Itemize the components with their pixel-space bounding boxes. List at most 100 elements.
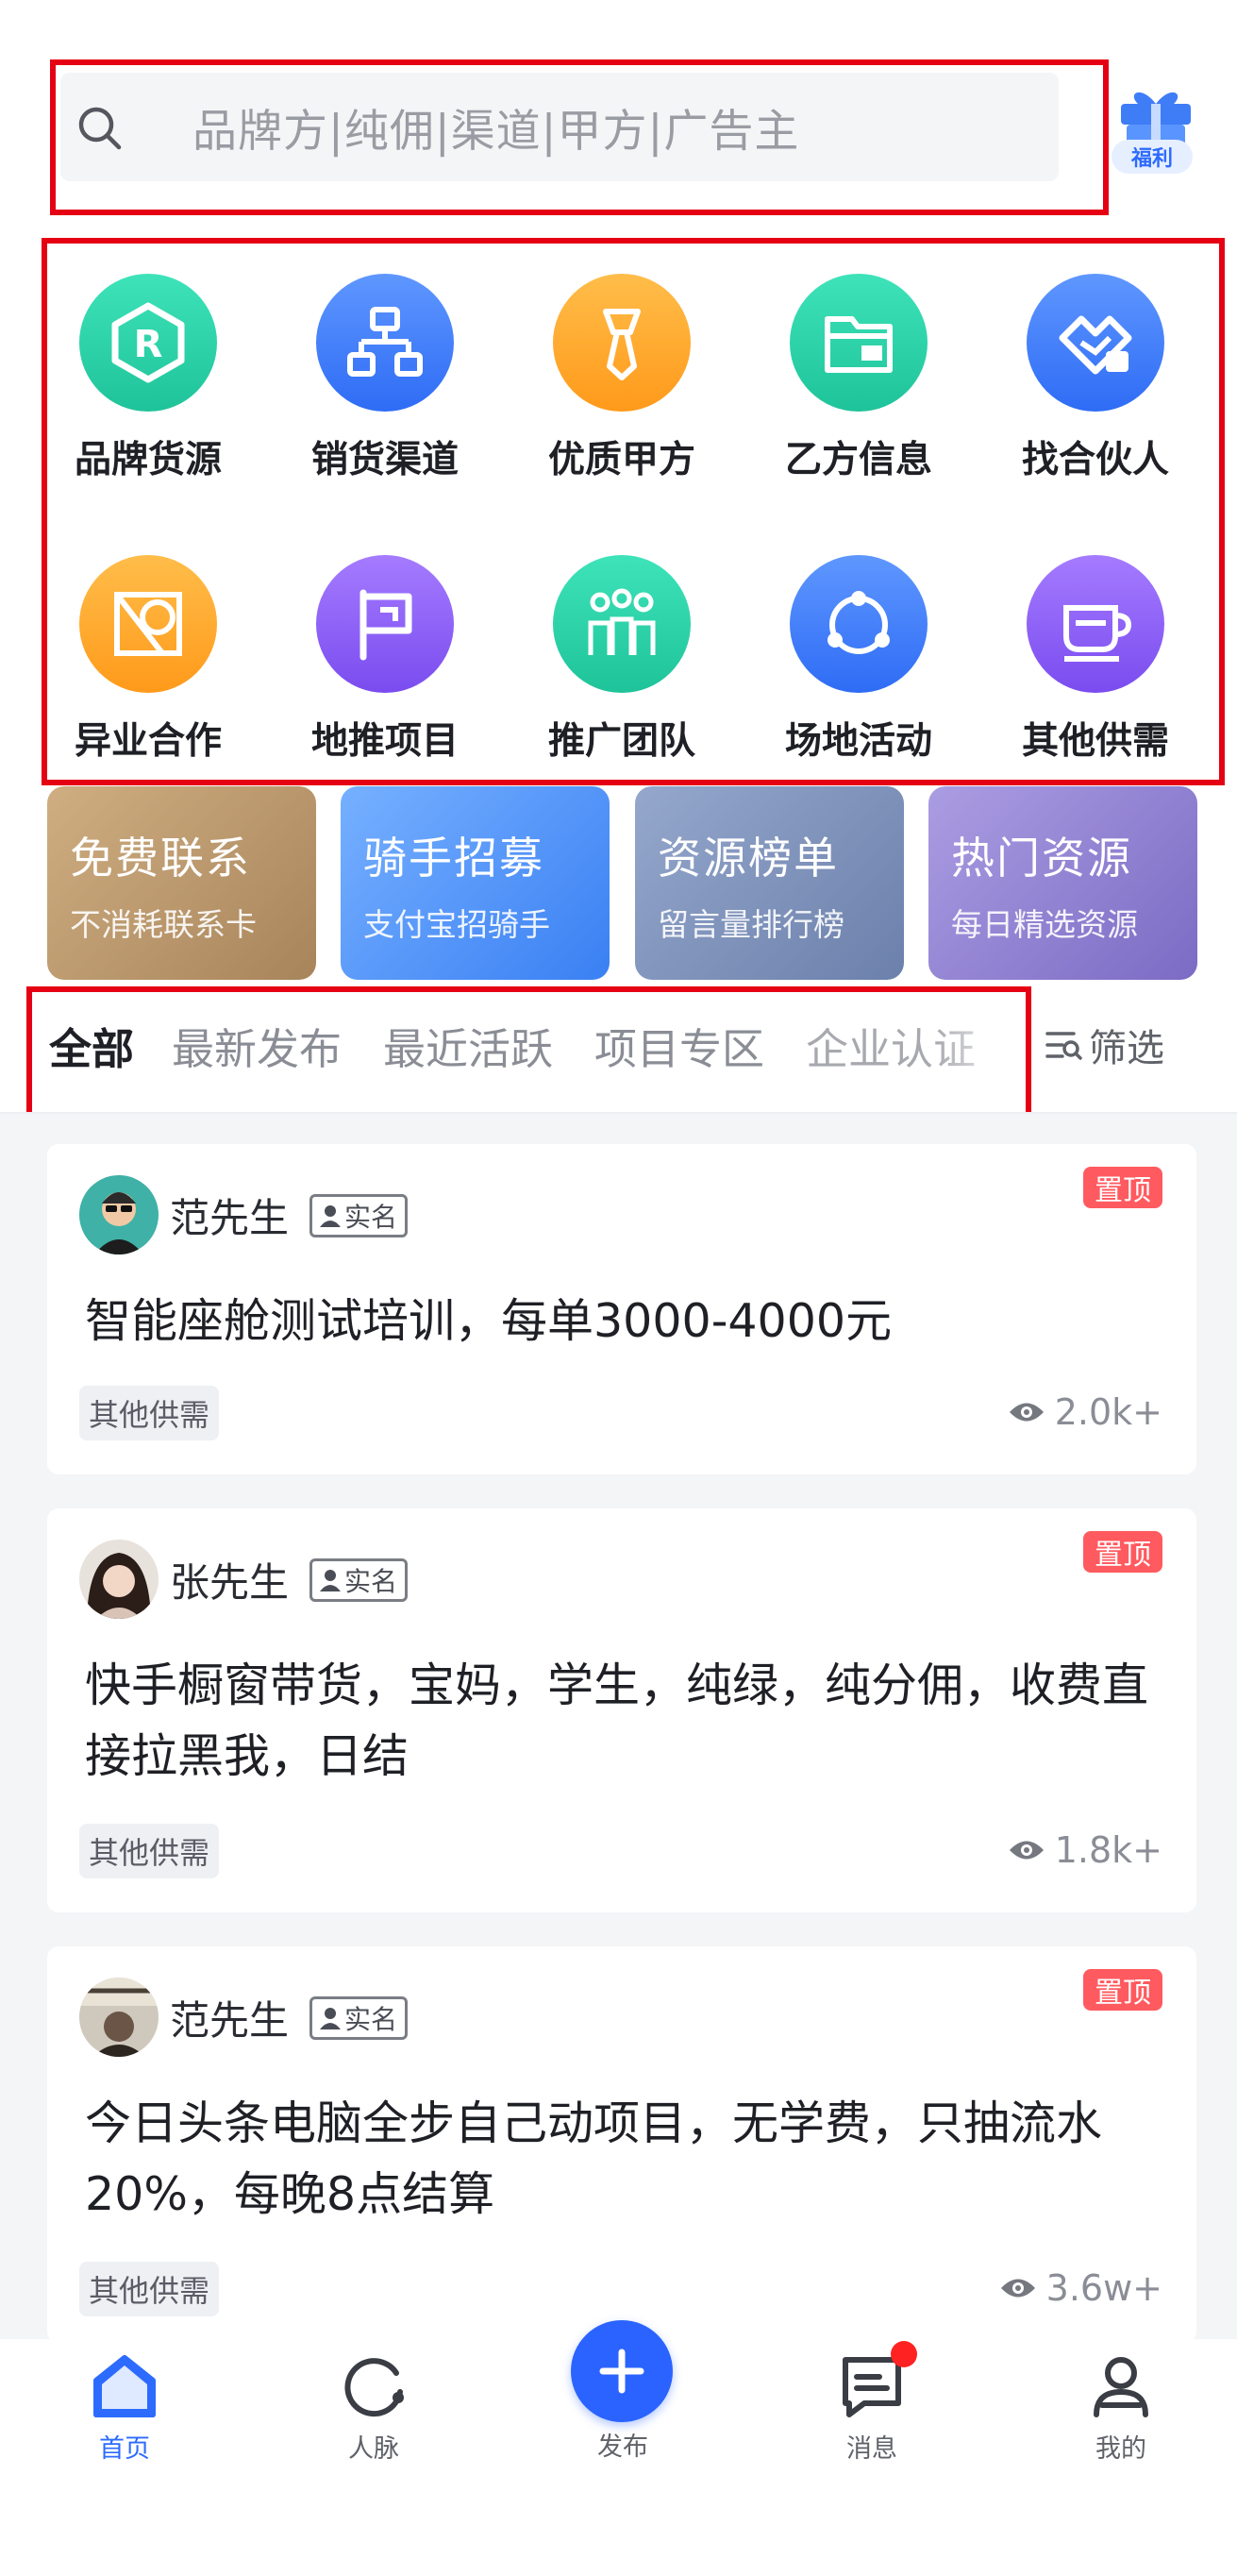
eye-icon	[1009, 1841, 1044, 1860]
app-screen: 品牌方|纯佣|渠道|甲方|广告主 福利 R 品牌货源 销货渠道 优质甲方 乙方信…	[0, 0, 1237, 2576]
promo-hot-resources[interactable]: 热门资源 每日精选资源	[928, 786, 1197, 980]
post-title: 今日头条电脑全步自己动项目，无学费，只抽流水20%，每晚8点结算	[85, 2096, 1103, 2221]
category-tag: 其他供需	[79, 1824, 220, 1878]
category-label: 推广团队	[547, 720, 695, 763]
promo-rider-recruit[interactable]: 骑手招募 支付宝招骑手	[341, 786, 610, 980]
publish-button[interactable]	[571, 2320, 673, 2422]
filter-icon	[1045, 1032, 1082, 1060]
nav-label: 我的	[1095, 2434, 1146, 2464]
search-placeholder: 品牌方|纯佣|渠道|甲方|广告主	[192, 106, 800, 158]
unread-badge	[891, 2341, 917, 2367]
nav-messages[interactable]: 消息	[796, 2350, 947, 2465]
person-icon	[320, 2008, 341, 2029]
feed-card[interactable]: 张先生 实名 置顶 快手橱窗带货，宝妈，学生，纯绿，纯分佣，收费直接拉黑我，日结…	[47, 1508, 1196, 1912]
welfare-label[interactable]: 福利	[1112, 140, 1193, 174]
shapes-icon	[79, 555, 217, 693]
network-icon	[344, 2358, 404, 2417]
author-name: 范先生	[170, 1997, 290, 2044]
promo-subtitle: 每日精选资源	[951, 906, 1138, 943]
author-name: 张先生	[170, 1559, 290, 1606]
promo-free-contact[interactable]: 免费联系 不消耗联系卡	[47, 786, 316, 980]
category-promo-team[interactable]: 推广团队	[518, 555, 726, 765]
folder-icon	[790, 274, 928, 412]
tab-all[interactable]: 全部	[49, 1015, 134, 1076]
nav-mine[interactable]: 我的	[1045, 2350, 1196, 2465]
tab-projects[interactable]: 项目专区	[594, 1015, 764, 1076]
category-label: 优质甲方	[547, 439, 695, 481]
avatar	[79, 1978, 159, 2057]
verified-badge: 实名	[309, 1996, 409, 2040]
promo-title: 免费联系	[70, 833, 251, 884]
tab-recently-active[interactable]: 最近活跃	[383, 1015, 553, 1076]
category-party-b-info[interactable]: 乙方信息	[755, 274, 962, 483]
category-cross-industry[interactable]: 异业合作	[44, 555, 252, 765]
plus-icon	[599, 2349, 644, 2394]
category-brand-supply[interactable]: R 品牌货源	[44, 274, 252, 483]
verified-label: 实名	[344, 1202, 398, 1233]
category-tag: 其他供需	[79, 2262, 220, 2316]
category-label: 找合伙人	[1021, 439, 1169, 481]
tab-latest[interactable]: 最新发布	[172, 1015, 342, 1076]
category-venue-event[interactable]: 场地活动	[755, 555, 962, 765]
verified-badge: 实名	[309, 1194, 409, 1237]
category-other-supply-demand[interactable]: 其他供需	[992, 555, 1199, 765]
avatar	[79, 1175, 159, 1254]
nav-home[interactable]: 首页	[49, 2350, 200, 2465]
promo-title: 资源榜单	[658, 833, 839, 884]
category-label: 场地活动	[784, 720, 932, 763]
author-name: 范先生	[170, 1195, 290, 1241]
view-count: 3.6w+	[999, 2267, 1162, 2309]
team-icon	[553, 555, 691, 693]
view-count: 1.8k+	[1008, 1829, 1162, 1871]
flag-icon	[316, 555, 454, 693]
venue-circle-icon	[790, 555, 928, 693]
search-icon	[78, 107, 122, 150]
feed-card[interactable]: 范先生 实名 置顶 智能座舱测试培训，每单3000-4000元 其他供需 2.0…	[47, 1144, 1196, 1474]
nav-label: 首页	[99, 2434, 150, 2464]
verified-label: 实名	[344, 1566, 398, 1597]
promo-subtitle: 不消耗联系卡	[70, 906, 257, 943]
profile-icon	[1094, 2357, 1148, 2417]
filter-button[interactable]: 筛选	[1045, 1018, 1164, 1072]
promo-subtitle: 支付宝招骑手	[363, 906, 550, 943]
eye-icon	[1009, 1403, 1044, 1422]
post-title: 快手橱窗带货，宝妈，学生，纯绿，纯分佣，收费直接拉黑我，日结	[85, 1658, 1149, 1783]
view-count-label: 2.0k+	[1054, 1391, 1162, 1433]
eye-icon	[1000, 2279, 1035, 2298]
brand-r-icon: R	[79, 274, 217, 412]
view-count-label: 3.6w+	[1045, 2267, 1162, 2309]
promo-title: 热门资源	[951, 833, 1132, 884]
category-label: 异业合作	[74, 720, 222, 763]
category-label: 其他供需	[1021, 720, 1169, 763]
person-icon	[320, 1570, 341, 1591]
pinned-badge: 置顶	[1083, 1531, 1162, 1573]
category-tag: 其他供需	[79, 1386, 220, 1440]
nav-label: 消息	[846, 2434, 897, 2464]
nav-label: 发布	[597, 2433, 648, 2462]
avatar	[79, 1540, 159, 1619]
category-label: 地推项目	[310, 720, 459, 763]
category-sales-channel[interactable]: 销货渠道	[281, 274, 489, 483]
filter-label: 筛选	[1089, 1027, 1164, 1070]
search-input[interactable]: 品牌方|纯佣|渠道|甲方|广告主	[60, 73, 1059, 181]
category-quality-party-a[interactable]: 优质甲方	[518, 274, 726, 483]
view-count: 2.0k+	[1008, 1391, 1162, 1433]
nav-network[interactable]: 人脉	[298, 2350, 449, 2465]
svg-text:R: R	[134, 323, 163, 366]
view-count-label: 1.8k+	[1054, 1829, 1162, 1871]
category-label: 乙方信息	[784, 439, 932, 481]
feed-card[interactable]: 范先生 实名 置顶 今日头条电脑全步自己动项目，无学费，只抽流水20%，每晚8点…	[47, 1946, 1196, 2343]
post-title: 智能座舱测试培训，每单3000-4000元	[85, 1294, 893, 1348]
promo-title: 骑手招募	[363, 833, 544, 884]
category-label: 销货渠道	[310, 439, 459, 481]
category-find-partner[interactable]: 找合伙人	[992, 274, 1199, 483]
tab-fade-overlay	[934, 1001, 1019, 1086]
verified-label: 实名	[344, 2004, 398, 2035]
person-icon	[320, 1205, 341, 1227]
verified-badge: 实名	[309, 1558, 409, 1602]
pinned-badge: 置顶	[1083, 1969, 1162, 2011]
category-ground-promo[interactable]: 地推项目	[281, 555, 489, 765]
promo-subtitle: 留言量排行榜	[658, 906, 844, 943]
promo-resource-ranking[interactable]: 资源榜单 留言量排行榜	[635, 786, 904, 980]
handshake-icon	[1027, 274, 1164, 412]
